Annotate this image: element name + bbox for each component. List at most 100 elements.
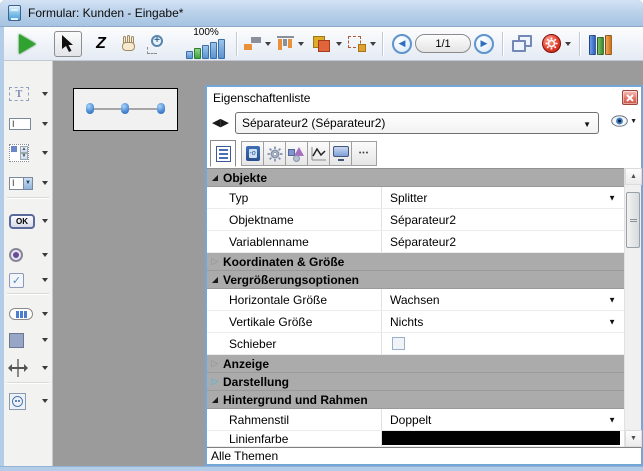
dropdown-arrow-icon xyxy=(370,42,376,46)
run-button[interactable] xyxy=(16,31,38,57)
linienfarbe-color-swatch[interactable] xyxy=(382,431,620,445)
titlebar[interactable]: Formular: Kunden - Eingabe* xyxy=(0,0,643,27)
dropdown-arrow-icon[interactable] xyxy=(42,338,48,342)
panel-close-button[interactable] xyxy=(622,90,638,105)
zoom-button[interactable]: + xyxy=(146,31,168,57)
toolbox-item-label[interactable]: T xyxy=(7,81,50,107)
toolbox-item-list-edit[interactable]: ▲ ▼ xyxy=(7,140,50,166)
eye-icon[interactable] xyxy=(611,115,628,127)
section-darstellung[interactable]: ▷ Darstellung xyxy=(207,373,624,391)
selection-handle[interactable] xyxy=(86,103,94,114)
section-vergroesserungsoptionen[interactable]: ◢ Vergrößerungsoptionen xyxy=(207,271,624,289)
object-selector-combo[interactable]: Séparateur2 (Séparateur2) ▼ xyxy=(235,112,599,134)
arrange-button[interactable] xyxy=(312,31,342,57)
dropdown-arrow-icon[interactable] xyxy=(42,92,48,96)
align-horizontal-button[interactable] xyxy=(244,31,271,57)
prop-row-rahmenstil: Rahmenstil Doppelt ▼ xyxy=(207,409,624,431)
section-anzeige[interactable]: ▷ Anzeige xyxy=(207,355,624,373)
page-indicator[interactable]: 1/1 xyxy=(415,34,471,53)
tab-settings[interactable] xyxy=(263,141,286,166)
button-tool-icon: OK xyxy=(9,214,35,229)
dropdown-arrow-icon[interactable] xyxy=(42,181,48,185)
text-input-tool-icon: I xyxy=(9,118,31,130)
toolbox-separator xyxy=(7,382,49,383)
toolbox-item-check-box[interactable]: ✓ xyxy=(7,267,50,293)
schieber-checkbox[interactable] xyxy=(392,337,405,350)
dropdown-arrow-icon[interactable]: ▼ xyxy=(608,317,616,326)
toolbox-item-frame[interactable] xyxy=(7,327,50,353)
next-page-button[interactable]: ▶ xyxy=(474,34,494,54)
align-vertical-button[interactable] xyxy=(277,31,304,57)
grid-scrollbar[interactable]: ▲ ▼ xyxy=(624,168,641,447)
scrollbar-thumb[interactable] xyxy=(626,192,640,248)
toolbox-item-button[interactable]: OK xyxy=(7,208,50,234)
prop-value[interactable]: Splitter ▼ xyxy=(382,187,624,208)
selection-handle[interactable] xyxy=(157,103,165,114)
dropdown-arrow-icon[interactable] xyxy=(42,312,48,316)
panel-title: Eigenschaftenliste xyxy=(213,91,310,105)
toolbox-item-connector[interactable] xyxy=(7,388,50,414)
dropdown-arrow-icon[interactable] xyxy=(42,399,48,403)
dropdown-arrow-icon[interactable] xyxy=(42,253,48,257)
window-cascade-button[interactable] xyxy=(512,31,534,57)
tab-display[interactable] xyxy=(329,141,352,166)
dropdown-arrow-icon[interactable]: ▼ xyxy=(608,415,616,424)
arrange-icon xyxy=(312,35,332,53)
prop-label: Horizontale Größe xyxy=(207,289,382,310)
dropdown-arrow-icon[interactable]: ▼ xyxy=(630,118,637,125)
scroll-up-button[interactable]: ▲ xyxy=(625,168,642,185)
chart-curve-icon xyxy=(311,146,327,162)
previous-page-button[interactable]: ◀ xyxy=(392,34,412,54)
selection-handle[interactable] xyxy=(121,103,129,114)
dropdown-arrow-icon[interactable] xyxy=(42,278,48,282)
tab-order-button[interactable]: Z xyxy=(90,31,112,57)
scroll-down-button[interactable]: ▼ xyxy=(625,430,642,447)
zoom-scale-control[interactable]: 100% xyxy=(186,28,226,59)
pan-button[interactable] xyxy=(118,31,140,57)
tab-chart[interactable] xyxy=(307,141,330,166)
tab-documentation[interactable]: -o xyxy=(241,141,264,166)
play-icon xyxy=(19,34,36,54)
prop-value[interactable]: Séparateur2 xyxy=(382,231,624,252)
tab-all-properties[interactable] xyxy=(210,140,236,167)
section-objekte[interactable]: ◢ Objekte xyxy=(207,169,624,187)
section-hintergrund-rahmen[interactable]: ◢ Hintergrund und Rahmen xyxy=(207,391,624,409)
dropdown-arrow-icon[interactable] xyxy=(42,219,48,223)
prop-value[interactable]: Séparateur2 xyxy=(382,209,624,230)
prop-value[interactable]: Doppelt ▼ xyxy=(382,409,624,430)
prop-value[interactable]: Wachsen ▼ xyxy=(382,289,624,310)
toolbox-item-combo-box[interactable]: I ▼ xyxy=(7,170,50,196)
toolbox-separator xyxy=(7,197,49,198)
select-tool-button[interactable] xyxy=(54,31,82,57)
selection-mode-button[interactable] xyxy=(348,31,376,57)
form-design-surface[interactable] xyxy=(73,88,178,131)
toolbox-item-radio-button[interactable] xyxy=(7,242,50,268)
tab-more[interactable]: ••• xyxy=(351,141,377,166)
thumb-grip-icon xyxy=(630,219,637,222)
prop-row-typ: Typ Splitter ▼ xyxy=(207,187,624,209)
dropdown-arrow-icon[interactable]: ▼ xyxy=(608,295,616,304)
panel-titlebar[interactable]: Eigenschaftenliste xyxy=(207,87,641,109)
toolbox-item-toolbar-control[interactable] xyxy=(7,301,50,327)
cursor-arrow-icon xyxy=(61,35,75,53)
frame-tool-icon xyxy=(9,333,24,348)
dropdown-arrow-icon[interactable] xyxy=(42,151,48,155)
nav-next-icon: ▶ xyxy=(481,38,488,49)
dropdown-arrow-icon[interactable] xyxy=(42,122,48,126)
toolbox-item-splitter[interactable] xyxy=(7,355,50,381)
section-koordinaten-groesse[interactable]: ▷ Koordinaten & Größe xyxy=(207,253,624,271)
topic-filter-bar[interactable]: Alle Themen xyxy=(207,447,641,464)
dropdown-arrow-icon[interactable]: ▼ xyxy=(608,193,616,202)
prop-value[interactable]: Nichts ▼ xyxy=(382,311,624,332)
settings-button[interactable] xyxy=(542,31,571,57)
dropdown-arrow-icon[interactable] xyxy=(42,366,48,370)
nav-prev-icon: ◀ xyxy=(399,38,406,49)
section-label: Anzeige xyxy=(223,357,269,371)
section-label: Koordinaten & Größe xyxy=(223,255,344,269)
toolbox-item-text-input[interactable]: I xyxy=(7,111,50,137)
collapse-icon: ◢ xyxy=(207,173,223,182)
dropdown-arrow-icon xyxy=(265,42,271,46)
tab-objects[interactable] xyxy=(285,141,308,166)
help-books-button[interactable] xyxy=(589,31,615,57)
object-next-button[interactable]: ▶ xyxy=(220,117,228,129)
